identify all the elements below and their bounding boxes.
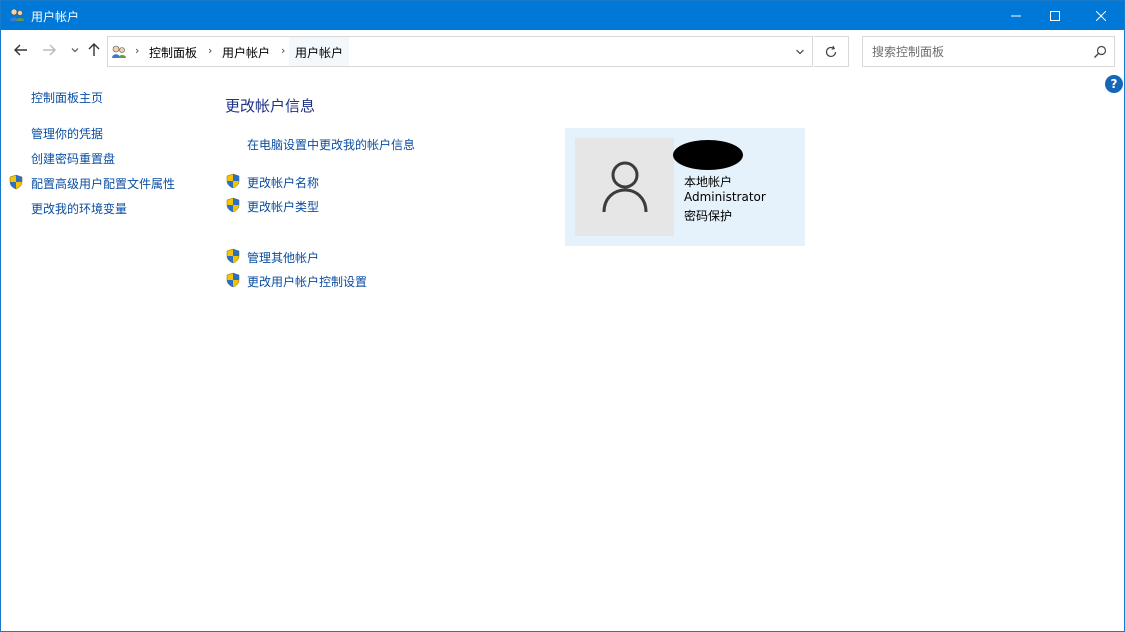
change-account-in-pc-settings-link[interactable]: 在电脑设置中更改我的帐户信息 <box>247 136 415 153</box>
navigation-bar: › 控制面板 › 用户帐户 › 用户帐户 <box>1 30 1124 74</box>
control-panel-icon <box>111 44 127 60</box>
breadcrumb-separator[interactable]: › <box>208 44 212 57</box>
breadcrumb-user-accounts-current[interactable]: 用户帐户 <box>295 44 343 61</box>
refresh-icon <box>825 45 837 57</box>
chevron-down-icon <box>71 48 79 53</box>
sidebar-item-create-password-reset-disk[interactable]: 创建密码重置盘 <box>31 150 115 167</box>
uac-shield-icon <box>225 272 241 288</box>
sidebar-item-environment-variables[interactable]: 更改我的环境变量 <box>31 200 127 217</box>
search-icon[interactable] <box>1092 44 1108 60</box>
sidebar-item-manage-credentials[interactable]: 管理你的凭据 <box>31 125 103 142</box>
window-title: 用户帐户 <box>31 10 80 24</box>
uac-shield-icon <box>8 174 24 190</box>
arrow-right-icon <box>43 44 56 56</box>
page-title: 更改帐户信息 <box>225 97 316 115</box>
control-panel-window: 用户帐户 › 控制面板 › 用户帐户 › 用户帐户 搜索控制面板 ? 控制面板主… <box>0 0 1125 632</box>
chevron-down-icon <box>796 49 804 55</box>
address-dropdown-button[interactable] <box>792 44 808 60</box>
change-account-name-link[interactable]: 更改帐户名称 <box>247 174 319 191</box>
user-accounts-icon <box>9 7 25 23</box>
sidebar-item-advanced-profile-properties[interactable]: 配置高级用户配置文件属性 <box>31 175 175 192</box>
manage-other-accounts-link[interactable]: 管理其他帐户 <box>247 249 319 266</box>
maximize-button[interactable] <box>1032 1 1078 30</box>
redacted-username <box>673 140 743 170</box>
change-uac-settings-link[interactable]: 更改用户帐户控制设置 <box>247 273 367 290</box>
maximize-icon <box>1050 10 1060 21</box>
account-type-label: 本地帐户 <box>684 175 733 189</box>
minimize-icon <box>1011 15 1021 16</box>
recent-locations-button[interactable] <box>65 40 85 60</box>
uac-shield-icon <box>225 197 241 213</box>
account-role-label: Administrator <box>684 190 766 204</box>
avatar <box>575 138 674 236</box>
arrow-up-icon <box>88 43 100 56</box>
title-bar[interactable]: 用户帐户 <box>1 1 1124 30</box>
address-bar[interactable]: › 控制面板 › 用户帐户 › 用户帐户 <box>107 36 813 67</box>
refresh-button[interactable] <box>814 36 849 67</box>
close-icon <box>1096 10 1106 21</box>
change-account-type-link[interactable]: 更改帐户类型 <box>247 198 319 215</box>
account-protection-label: 密码保护 <box>684 209 733 223</box>
account-card: 本地帐户 Administrator 密码保护 <box>565 128 805 246</box>
breadcrumb-control-panel[interactable]: 控制面板 <box>149 44 197 61</box>
uac-shield-icon <box>225 173 241 189</box>
close-button[interactable] <box>1078 1 1124 30</box>
sidebar-item-control-panel-home[interactable]: 控制面板主页 <box>31 89 103 106</box>
up-button[interactable] <box>84 40 104 60</box>
breadcrumb-separator[interactable]: › <box>281 44 285 57</box>
breadcrumb-user-accounts[interactable]: 用户帐户 <box>222 44 270 61</box>
back-button[interactable] <box>11 40 31 60</box>
breadcrumb-separator[interactable]: › <box>135 44 139 57</box>
help-button[interactable]: ? <box>1105 75 1123 93</box>
user-avatar-icon <box>602 161 647 213</box>
search-input[interactable] <box>863 37 1088 66</box>
forward-button[interactable] <box>39 40 59 60</box>
arrow-left-icon <box>14 44 27 56</box>
uac-shield-icon <box>225 248 241 264</box>
search-box[interactable] <box>862 36 1115 67</box>
